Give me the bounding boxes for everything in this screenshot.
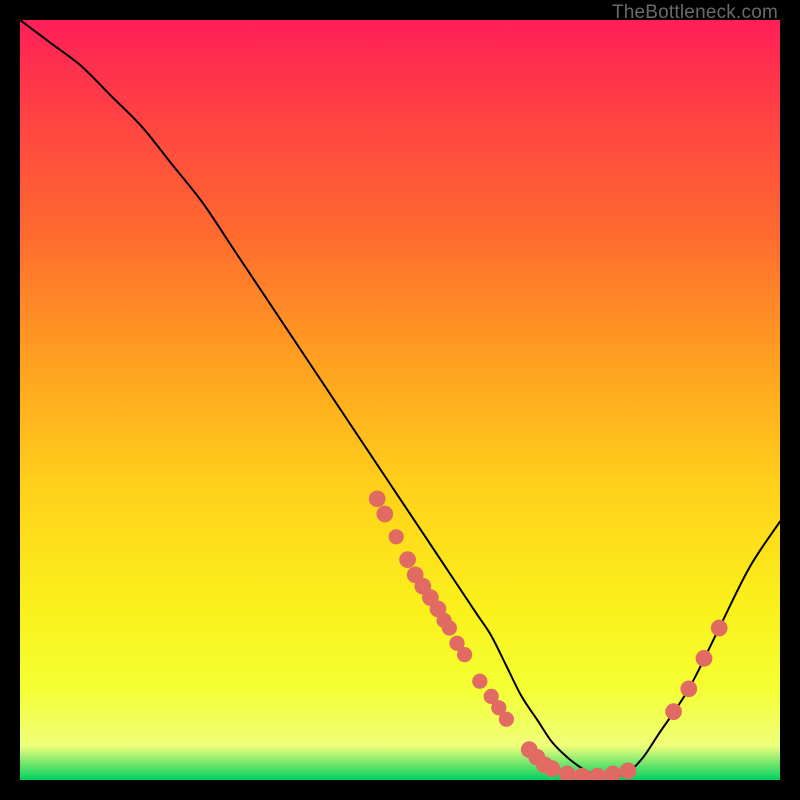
plot-area xyxy=(20,20,780,780)
curve-marker xyxy=(680,680,697,697)
curve-marker xyxy=(399,551,416,568)
curve-marker xyxy=(389,529,404,544)
curve-marker xyxy=(457,647,472,662)
curve-marker xyxy=(376,506,393,523)
curve-marker xyxy=(620,763,637,780)
curve-marker xyxy=(499,712,514,727)
curve-marker xyxy=(369,490,386,507)
curve-marker xyxy=(711,620,728,637)
curve-marker xyxy=(442,620,457,635)
curve-marker xyxy=(544,760,561,777)
curve-marker xyxy=(665,703,682,720)
bottleneck-chart xyxy=(20,20,780,780)
gradient-background xyxy=(20,20,780,780)
chart-container: TheBottleneck.com xyxy=(0,0,800,800)
curve-marker xyxy=(472,674,487,689)
curve-marker xyxy=(696,650,713,667)
